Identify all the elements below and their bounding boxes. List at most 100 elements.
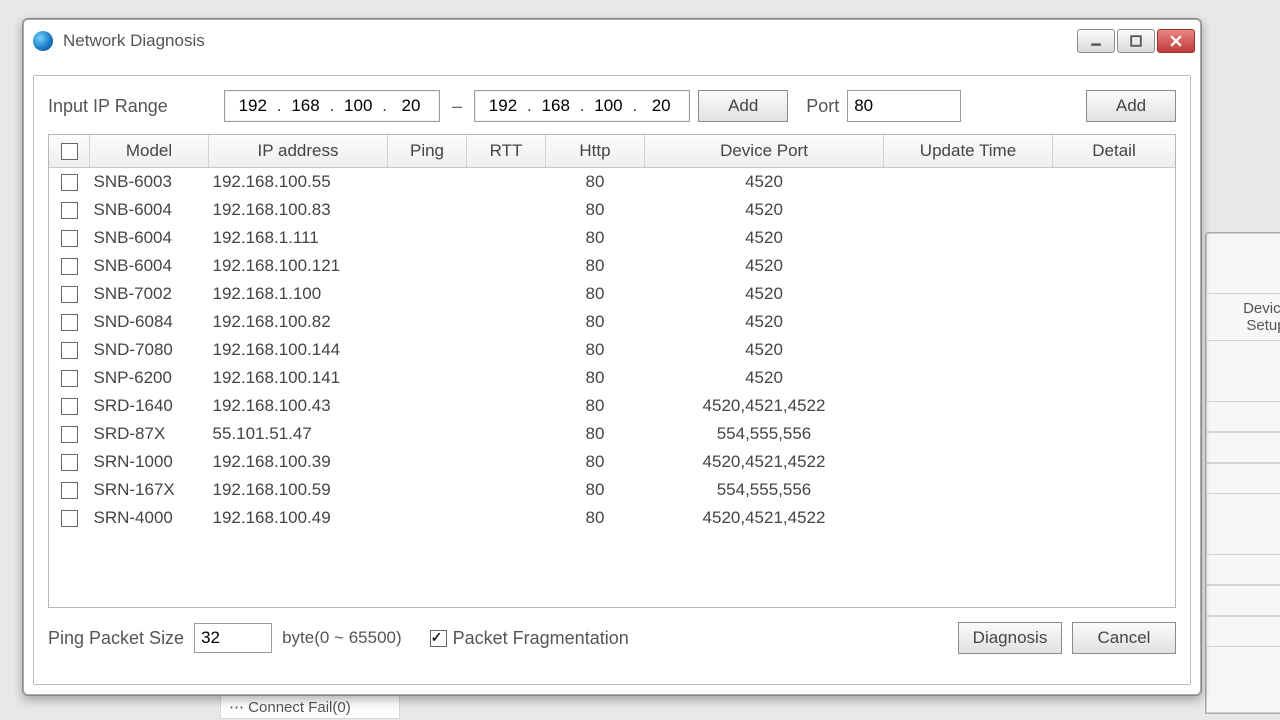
table-row[interactable]: SNB-6004192.168.1.111804520 [49,224,1175,252]
table-row[interactable]: SRD-87X55.101.51.4780554,555,556 [49,420,1175,448]
add-port-button[interactable]: Add [1086,90,1176,122]
row-checkbox[interactable] [61,258,78,275]
select-all-checkbox[interactable] [61,143,78,160]
table-row[interactable]: SND-7080192.168.100.144804520 [49,336,1175,364]
table-row[interactable]: SRN-167X192.168.100.5980554,555,556 [49,476,1175,504]
header-rtt[interactable]: RTT [467,135,546,168]
checkbox-icon[interactable] [430,630,447,647]
cell-update-time [884,196,1053,224]
cell-ip: 55.101.51.47 [209,420,388,448]
cancel-button[interactable]: Cancel [1072,622,1176,654]
port-label: Port [806,96,839,117]
cell-ping [388,364,467,392]
ip-end-octet-4[interactable] [639,95,683,117]
header-ip[interactable]: IP address [209,135,388,168]
ping-packet-size-input[interactable] [194,623,272,653]
cell-device-port: 4520 [645,252,884,280]
cell-ip: 192.168.100.43 [209,392,388,420]
cell-device-port: 4520 [645,364,884,392]
ip-start-field[interactable]: . . . [224,90,440,122]
cell-http: 80 [546,504,645,532]
cell-detail [1053,420,1176,448]
ip-end-field[interactable]: . . . [474,90,690,122]
cell-update-time [884,308,1053,336]
row-checkbox[interactable] [61,426,78,443]
cell-update-time [884,280,1053,308]
table-row[interactable]: SNB-6004192.168.100.121804520 [49,252,1175,280]
row-checkbox[interactable] [61,314,78,331]
cell-http: 80 [546,476,645,504]
bg-fw-val: 1.00 [1206,554,1280,585]
port-input[interactable] [847,90,961,122]
header-model[interactable]: Model [90,135,209,168]
table-row[interactable]: SNP-6200192.168.100.141804520 [49,364,1175,392]
table-row[interactable]: SNB-6004192.168.100.83804520 [49,196,1175,224]
maximize-button[interactable] [1117,29,1155,53]
bg-fw-val: 1.00 [1206,585,1280,616]
cell-ping [388,196,467,224]
row-checkbox[interactable] [61,230,78,247]
row-checkbox[interactable] [61,342,78,359]
cell-ping [388,336,467,364]
cell-rtt [467,280,546,308]
table-row[interactable]: SRN-1000192.168.100.39804520,4521,4522 [49,448,1175,476]
ip-range-dash: – [448,96,466,117]
cell-device-port: 554,555,556 [645,476,884,504]
packet-fragmentation-checkbox[interactable]: Packet Fragmentation [430,628,629,649]
cell-ip: 192.168.100.121 [209,252,388,280]
header-ping[interactable]: Ping [388,135,467,168]
cell-update-time [884,504,1053,532]
header-detail[interactable]: Detail [1053,135,1176,168]
header-update-time[interactable]: Update Time [884,135,1053,168]
table-row[interactable]: SNB-7002192.168.1.100804520 [49,280,1175,308]
table-row[interactable]: SRD-1640192.168.100.43804520,4521,4522 [49,392,1175,420]
ip-start-octet-3[interactable] [336,95,380,117]
row-checkbox[interactable] [61,398,78,415]
ip-end-octet-1[interactable] [481,95,525,117]
cell-update-time [884,336,1053,364]
row-checkbox[interactable] [61,454,78,471]
device-table: Model IP address Ping RTT Http Device Po… [48,134,1176,608]
cell-rtt [467,336,546,364]
close-button[interactable] [1157,29,1195,53]
ip-start-octet-4[interactable] [389,95,433,117]
header-http[interactable]: Http [546,135,645,168]
table-row[interactable]: SND-6084192.168.100.82804520 [49,308,1175,336]
ip-end-octet-2[interactable] [534,95,578,117]
ip-start-octet-1[interactable] [231,95,275,117]
cell-ping [388,448,467,476]
cell-http: 80 [546,420,645,448]
row-checkbox[interactable] [61,202,78,219]
titlebar[interactable]: Network Diagnosis [23,19,1201,57]
cell-ip: 192.168.100.144 [209,336,388,364]
add-ip-button[interactable]: Add [698,90,788,122]
cell-update-time [884,448,1053,476]
cell-model: SNB-7002 [90,280,209,308]
table-row[interactable]: SRN-4000192.168.100.49804520,4521,4522 [49,504,1175,532]
table-row[interactable]: SNB-6003192.168.100.55804520 [49,168,1175,197]
cell-device-port: 4520,4521,4522 [645,392,884,420]
row-checkbox[interactable] [61,174,78,191]
minimize-button[interactable] [1077,29,1115,53]
bg-device-label: Device [1243,300,1280,317]
dialog-window: Network Diagnosis Input IP Range . . . –… [22,18,1202,696]
cell-rtt [467,308,546,336]
cell-detail [1053,392,1176,420]
diagnosis-button[interactable]: Diagnosis [958,622,1062,654]
cell-model: SNB-6004 [90,252,209,280]
ip-end-octet-3[interactable] [586,95,630,117]
row-checkbox[interactable] [61,482,78,499]
cell-ip: 192.168.100.83 [209,196,388,224]
cell-detail [1053,196,1176,224]
row-checkbox[interactable] [61,370,78,387]
cell-device-port: 4520,4521,4522 [645,448,884,476]
header-checkbox-cell[interactable] [49,135,90,168]
header-device-port[interactable]: Device Port [645,135,884,168]
row-checkbox[interactable] [61,286,78,303]
cell-model: SNB-6004 [90,224,209,252]
cell-http: 80 [546,336,645,364]
ip-start-octet-2[interactable] [284,95,328,117]
cell-model: SRD-1640 [90,392,209,420]
cell-device-port: 4520 [645,168,884,197]
row-checkbox[interactable] [61,510,78,527]
